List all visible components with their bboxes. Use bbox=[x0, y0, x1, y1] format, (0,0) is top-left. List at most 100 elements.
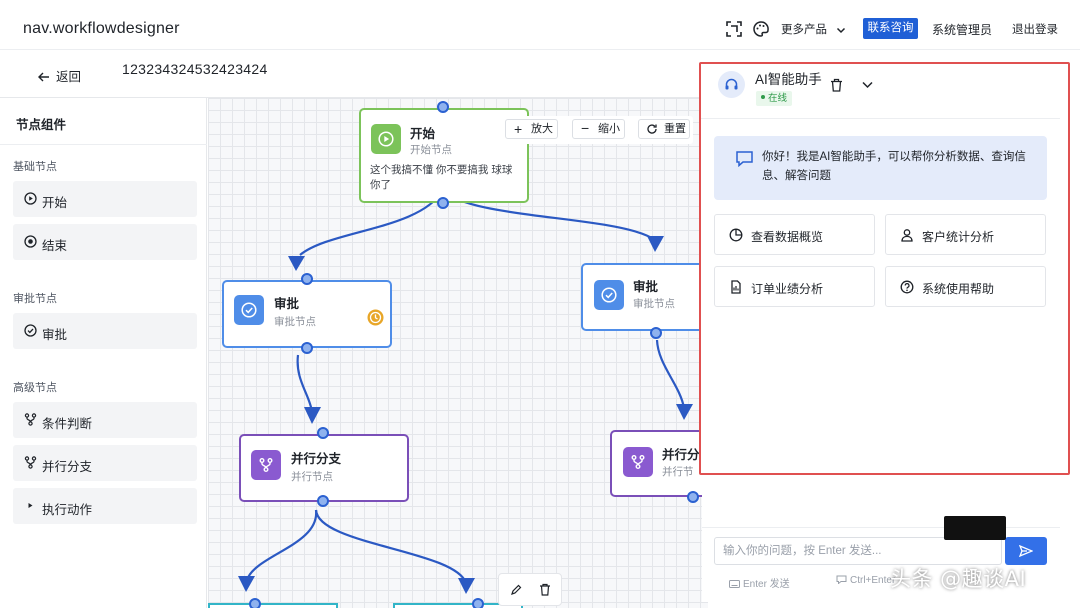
sidebar-item-start[interactable]: 开始 bbox=[13, 181, 197, 217]
qr-scan-icon[interactable] bbox=[725, 20, 743, 38]
sidebar-item-parallel[interactable]: 并行分支 bbox=[13, 445, 197, 481]
refresh-icon bbox=[647, 124, 657, 134]
trash-icon[interactable] bbox=[539, 583, 551, 596]
bottom-right-port[interactable] bbox=[472, 598, 484, 608]
sidebar-item-label: 开始 bbox=[42, 196, 68, 210]
ai-panel-title: AI智能助手 bbox=[755, 72, 822, 87]
branch-icon bbox=[24, 456, 37, 469]
stop-circle-icon bbox=[24, 235, 37, 248]
play-circle-icon bbox=[378, 131, 394, 147]
reset-label: 重置 bbox=[664, 123, 686, 135]
start-node-port-top[interactable] bbox=[437, 101, 449, 113]
chart-pie-icon bbox=[729, 228, 743, 242]
user-name[interactable]: 系统管理员 bbox=[932, 21, 992, 38]
node-subtitle: 开始节点 bbox=[410, 144, 452, 156]
node-palette-sidebar bbox=[0, 98, 207, 608]
sidebar-item-label: 执行动作 bbox=[42, 503, 93, 517]
back-button[interactable]: 返回 bbox=[38, 66, 81, 85]
back-label: 返回 bbox=[56, 70, 82, 84]
check-circle-icon bbox=[241, 302, 257, 318]
sidebar-item-label: 审批 bbox=[42, 328, 68, 342]
node-action-popover bbox=[498, 573, 562, 606]
ctrl-enter-hint-label: Ctrl+Enter bbox=[850, 575, 896, 586]
node-title: 并行分 bbox=[662, 448, 700, 462]
user-icon bbox=[901, 229, 913, 242]
quick-action-label: 系统使用帮助 bbox=[922, 282, 995, 296]
chevron-down-icon[interactable] bbox=[862, 81, 873, 89]
sidebar-item-approve[interactable]: 审批 bbox=[13, 313, 197, 349]
node-subtitle: 审批节点 bbox=[274, 316, 316, 328]
greeting-text: 你好！我是AI智能助手，可以帮你分析数据、查询信息、解答问题 bbox=[762, 151, 1026, 182]
section-label-basic: 基础节点 bbox=[13, 161, 57, 173]
check-circle-icon bbox=[24, 324, 37, 337]
bottom-left-port[interactable] bbox=[249, 598, 261, 608]
sidebar-item-label: 条件判断 bbox=[42, 417, 93, 431]
keyboard-icon bbox=[729, 580, 740, 588]
parallel-right-port-bottom[interactable] bbox=[687, 491, 699, 503]
start-node-port-bottom[interactable] bbox=[437, 197, 449, 209]
sidebar-item-label: 并行分支 bbox=[42, 460, 93, 474]
ctrl-enter-hint: Ctrl+Enter bbox=[836, 575, 895, 586]
parallel-left-port-bottom[interactable] bbox=[317, 495, 329, 507]
zoom-in-button[interactable]: + 放大 bbox=[505, 119, 558, 139]
approve-node-icon-box bbox=[234, 295, 264, 325]
status-badge: 在线 bbox=[756, 91, 793, 106]
sidebar-title: 节点组件 bbox=[16, 118, 67, 132]
approve-node-left[interactable]: 审批 审批节点 bbox=[222, 280, 392, 348]
node-description: 这个我搞不懂 你不要搞我 球球你了 bbox=[370, 164, 513, 191]
sidebar-item-condition[interactable]: 条件判断 bbox=[13, 402, 197, 438]
node-title: 开始 bbox=[410, 127, 436, 141]
parallel-left-port-top[interactable] bbox=[317, 427, 329, 439]
quick-action-label: 订单业绩分析 bbox=[751, 282, 824, 296]
parallel-node-left[interactable]: 并行分支 并行节点 bbox=[239, 434, 409, 502]
palette-icon[interactable] bbox=[752, 20, 770, 38]
edit-icon[interactable] bbox=[510, 584, 522, 596]
play-circle-icon bbox=[24, 192, 37, 205]
sidebar-item-action[interactable]: 执行动作 bbox=[13, 488, 197, 524]
quick-action-help[interactable]: 系统使用帮助 bbox=[885, 266, 1046, 307]
zoom-out-button[interactable]: − 缩小 bbox=[572, 119, 625, 139]
node-subtitle: 并行节点 bbox=[291, 471, 333, 483]
branch-icon bbox=[259, 458, 273, 472]
approve-left-port-top[interactable] bbox=[301, 273, 313, 285]
enter-hint-label: Enter 发送 bbox=[743, 579, 790, 590]
message-icon bbox=[836, 575, 847, 585]
send-button[interactable] bbox=[1005, 537, 1047, 565]
quick-action-label: 客户统计分析 bbox=[922, 230, 995, 244]
help-circle-icon bbox=[900, 280, 914, 294]
zoom-in-label: 放大 bbox=[531, 123, 553, 135]
chat-input[interactable] bbox=[714, 537, 1002, 565]
avatar bbox=[718, 71, 745, 98]
logout-link[interactable]: 退出登录 bbox=[1012, 21, 1058, 37]
quick-action-order-analysis[interactable]: 订单业绩分析 bbox=[714, 266, 875, 307]
brand-logo[interactable]: nav.workflowdesigner bbox=[23, 20, 180, 38]
reset-button[interactable]: 重置 bbox=[638, 119, 690, 139]
check-circle-icon bbox=[601, 287, 617, 303]
branch-icon bbox=[24, 413, 37, 426]
quick-action-customer-stats[interactable]: 客户统计分析 bbox=[885, 214, 1046, 255]
divider bbox=[702, 527, 1060, 528]
more-products-label: 更多产品 bbox=[781, 24, 827, 36]
quick-action-data-overview[interactable]: 查看数据概览 bbox=[714, 214, 875, 255]
clock-icon bbox=[367, 309, 384, 326]
headset-icon bbox=[725, 78, 738, 90]
approve-left-port-bottom[interactable] bbox=[301, 342, 313, 354]
more-products-menu[interactable]: 更多产品 bbox=[781, 21, 846, 37]
minus-icon: − bbox=[581, 120, 590, 136]
sidebar-item-end[interactable]: 结束 bbox=[13, 224, 197, 260]
plus-icon: + bbox=[514, 121, 523, 137]
node-subtitle: 审批节点 bbox=[633, 298, 675, 310]
approve-right-port-bottom[interactable] bbox=[650, 327, 662, 339]
arrow-left-icon bbox=[38, 72, 49, 82]
branch-icon bbox=[631, 455, 645, 469]
node-subtitle: 并行节 bbox=[662, 466, 694, 478]
bottom-node-left[interactable] bbox=[208, 603, 338, 608]
node-title: 并行分支 bbox=[291, 452, 342, 466]
trash-icon[interactable] bbox=[830, 78, 843, 92]
play-triangle-icon bbox=[28, 503, 33, 508]
node-title: 审批 bbox=[274, 297, 300, 311]
section-label-advanced: 高级节点 bbox=[13, 382, 57, 394]
contact-button[interactable]: 联系咨询 bbox=[863, 18, 918, 39]
blurred-overlay bbox=[944, 516, 1006, 540]
sub-header bbox=[0, 50, 700, 98]
